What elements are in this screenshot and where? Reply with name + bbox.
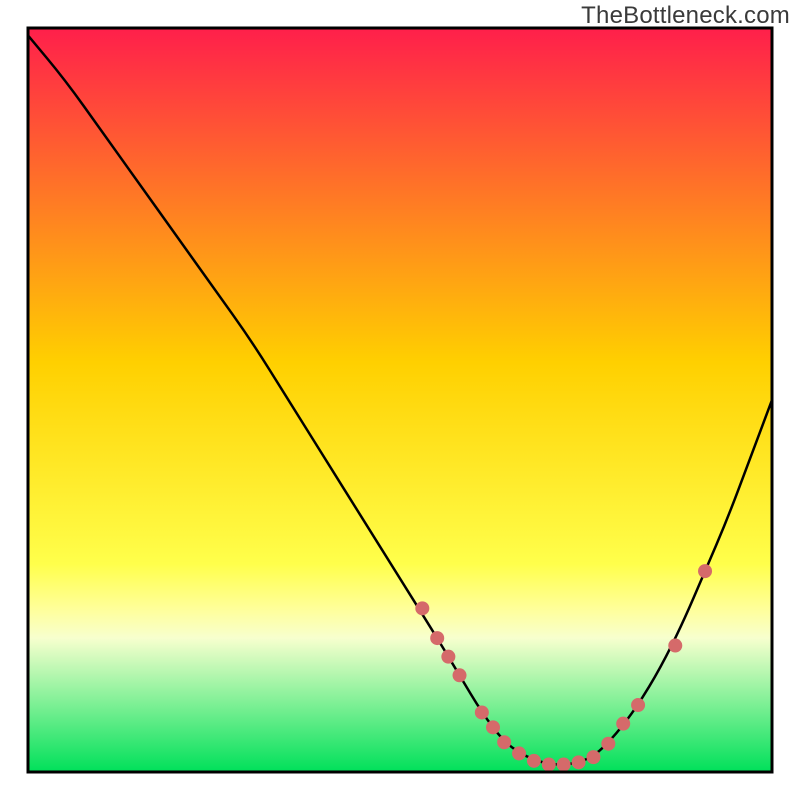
watermark-text: TheBottleneck.com (581, 2, 790, 30)
marker-point (486, 720, 500, 734)
marker-point (415, 601, 429, 615)
marker-point (497, 735, 511, 749)
bottleneck-chart (0, 0, 800, 800)
marker-point (430, 631, 444, 645)
marker-point (557, 758, 571, 772)
marker-point (616, 717, 630, 731)
marker-point (453, 668, 467, 682)
marker-point (475, 705, 489, 719)
chart-container: TheBottleneck.com (0, 0, 800, 800)
marker-point (527, 754, 541, 768)
marker-point (698, 564, 712, 578)
chart-background (28, 28, 772, 772)
marker-point (668, 639, 682, 653)
marker-point (512, 746, 526, 760)
marker-point (586, 750, 600, 764)
marker-point (631, 698, 645, 712)
marker-point (601, 737, 615, 751)
marker-point (441, 650, 455, 664)
marker-point (542, 758, 556, 772)
marker-point (572, 755, 586, 769)
